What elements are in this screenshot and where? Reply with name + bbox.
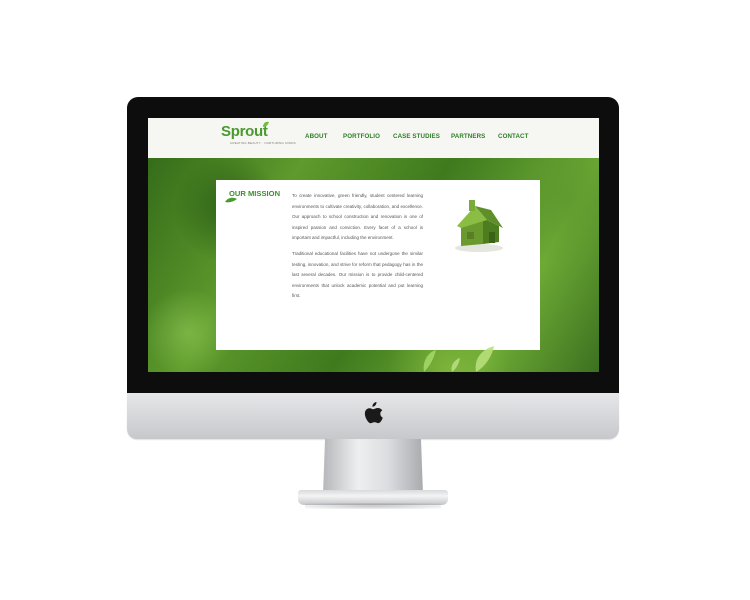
stand-shadow [305, 503, 441, 509]
website-screen: Sprout CREATING BEAUTY · NURTURING MINDS… [148, 118, 599, 372]
leaf-icon [225, 197, 237, 203]
grass-house-icon [455, 200, 503, 252]
logo-leaf-icon [263, 121, 269, 127]
mission-text: To create innovative, green friendly, st… [292, 191, 423, 307]
site-header: Sprout CREATING BEAUTY · NURTURING MINDS… [148, 118, 599, 158]
sprout-leaves-decoration [423, 346, 494, 372]
logo-wordmark: Sprout [221, 123, 268, 140]
nav-about[interactable]: ABOUT [305, 133, 328, 140]
mission-paragraph: To create innovative, green friendly, st… [292, 193, 423, 240]
apple-logo-icon [364, 402, 383, 424]
sprout-logo[interactable]: Sprout CREATING BEAUTY · NURTURING MINDS [221, 121, 296, 151]
nav-contact[interactable]: CONTACT [498, 133, 529, 140]
nav-case-studies[interactable]: CASE STUDIES [393, 133, 440, 140]
logo-tagline: CREATING BEAUTY · NURTURING MINDS [230, 141, 296, 145]
mission-paragraph: Traditional educational facilities have … [292, 251, 423, 298]
mission-card: OUR MISSION To create innovative, green … [216, 180, 540, 350]
nav-partners[interactable]: PARTNERS [451, 133, 485, 140]
nav-portfolio[interactable]: PORTFOLIO [343, 133, 380, 140]
